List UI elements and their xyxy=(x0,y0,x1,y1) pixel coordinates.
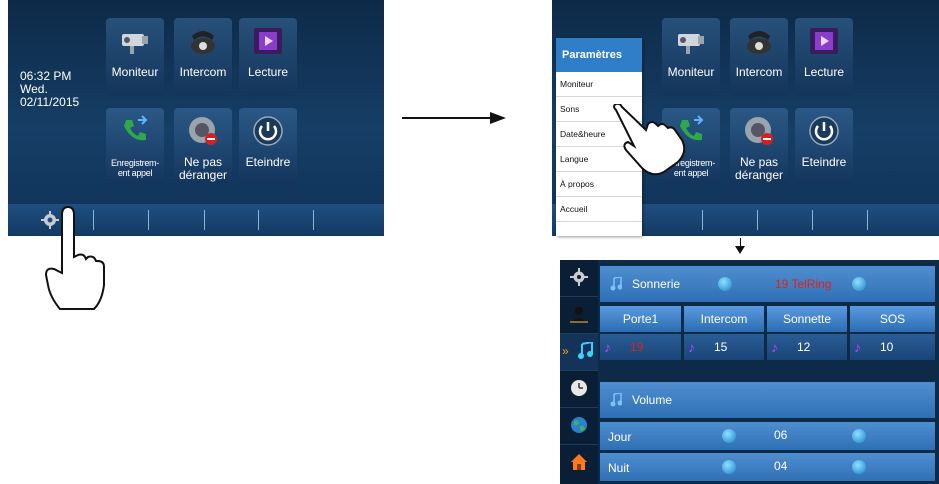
sidebar-item-moniteur[interactable] xyxy=(560,260,598,297)
tile-enregistrement[interactable]: Enregistrem- ent appel xyxy=(106,108,164,186)
pointing-hand-icon xyxy=(44,205,105,310)
column-header: SOS xyxy=(850,306,935,332)
tile-label: Enregistrem- ent appel xyxy=(111,158,159,178)
tile-lecture[interactable]: Lecture xyxy=(795,18,853,96)
taskbar-divider xyxy=(867,210,868,230)
gear-icon xyxy=(570,268,588,286)
home-icon xyxy=(571,454,587,470)
tile-label: Lecture xyxy=(247,65,289,79)
taskbar-divider xyxy=(258,210,259,230)
tile-intercom[interactable]: Intercom xyxy=(174,18,232,96)
tile-label: Moniteur xyxy=(667,65,715,79)
nuit-value: 04 xyxy=(774,459,788,473)
clock-display: 06:32 PM Wed. 02/11/2015 xyxy=(20,70,79,109)
flow-arrow-head xyxy=(490,112,506,124)
taskbar-divider xyxy=(313,210,314,230)
flow-arrow xyxy=(402,117,492,119)
previous-button[interactable] xyxy=(718,277,732,291)
taskbar-divider xyxy=(148,210,149,230)
volume-row: Volume xyxy=(600,382,935,418)
sound-settings-screen: » Sonnerie 19 TelRing Porte1 Intercom So… xyxy=(560,260,939,484)
increase-button[interactable] xyxy=(852,460,866,474)
sonnerie-value: 19 TelRing xyxy=(775,277,832,291)
sonnerie-row: Sonnerie 19 TelRing xyxy=(600,266,935,302)
power-icon xyxy=(809,116,839,146)
taskbar-divider xyxy=(702,210,703,230)
film-icon xyxy=(254,28,282,54)
tile-label: Eteindre xyxy=(245,155,291,169)
speaker-mute-icon xyxy=(189,117,217,145)
sidebar-item-sons[interactable]: » xyxy=(560,334,598,371)
tile-intercom[interactable]: Intercom xyxy=(730,18,788,96)
tile-moniteur[interactable]: Moniteur xyxy=(106,18,164,96)
sidebar-item-langue[interactable] xyxy=(560,408,598,445)
taskbar-divider xyxy=(812,210,813,230)
selected-indicator-icon: » xyxy=(562,344,569,358)
ring-table: Porte1 Intercom Sonnette SOS ♪ 19 ♪ 15 ♪… xyxy=(600,306,935,362)
tile-eteindre[interactable]: Eteindre xyxy=(239,108,297,186)
tile-label: Eteindre xyxy=(801,155,847,169)
sidebar-item-date-heure[interactable] xyxy=(560,371,598,408)
column-value-cell[interactable]: ♪ 10 xyxy=(850,334,935,360)
globe-icon xyxy=(571,417,587,433)
decrease-button[interactable] xyxy=(722,429,736,443)
clock-icon xyxy=(571,380,587,396)
settings-sidebar: » xyxy=(560,260,598,484)
nuit-row: Nuit 04 xyxy=(600,453,935,481)
sidebar-item-user[interactable] xyxy=(560,297,598,334)
music-note-icon xyxy=(610,393,622,407)
column-value-cell[interactable]: ♪ 15 xyxy=(684,334,764,360)
column-header: Intercom xyxy=(684,306,764,332)
pointing-hand-icon xyxy=(613,104,686,176)
jour-value: 06 xyxy=(774,428,788,442)
taskbar-divider xyxy=(757,210,758,230)
jour-label: Jour xyxy=(608,430,632,444)
tile-label: Lecture xyxy=(803,65,845,79)
tile-label: Ne pas déranger xyxy=(734,155,784,182)
sidebar-item-accueil[interactable] xyxy=(560,445,598,481)
nuit-label: Nuit xyxy=(608,461,630,475)
camera-icon xyxy=(122,34,148,54)
tile-moniteur[interactable]: Moniteur xyxy=(662,18,720,96)
music-note-icon: ♪ xyxy=(854,339,861,355)
settings-menu-title: Paramètres xyxy=(556,38,642,72)
music-note-icon xyxy=(578,342,593,359)
column-value-cell[interactable]: ♪ 19 xyxy=(600,334,681,360)
music-note-icon: ♪ xyxy=(604,339,611,355)
flow-arrow-head xyxy=(735,246,745,254)
tile-label: Intercom xyxy=(179,65,227,79)
speaker-mute-icon xyxy=(745,117,773,145)
column-value-cell[interactable]: ♪ 12 xyxy=(767,334,847,360)
telephone-icon xyxy=(191,31,215,54)
taskbar-divider xyxy=(204,210,205,230)
power-icon xyxy=(253,116,283,146)
home-screen: 06:32 PM Wed. 02/11/2015 Moniteur Interc… xyxy=(8,0,384,236)
film-icon xyxy=(810,28,838,54)
tile-ne-pas-deranger[interactable]: Ne pas déranger xyxy=(174,108,232,186)
clock-date: 02/11/2015 xyxy=(20,95,80,109)
tile-label: Ne pas déranger xyxy=(178,155,228,182)
tile-ne-pas-deranger[interactable]: Ne pas déranger xyxy=(730,108,788,186)
sonnerie-label: Sonnerie xyxy=(632,277,681,291)
column-header: Porte1 xyxy=(600,306,681,332)
camera-icon xyxy=(678,34,704,54)
increase-button[interactable] xyxy=(852,429,866,443)
music-note-icon xyxy=(610,277,622,291)
jour-row: Jour 06 xyxy=(600,422,935,450)
telephone-icon xyxy=(747,31,771,54)
tile-label: Intercom xyxy=(735,65,783,79)
tile-lecture[interactable]: Lecture xyxy=(239,18,297,96)
volume-label: Volume xyxy=(632,393,673,407)
menu-item-accueil[interactable]: Accueil xyxy=(556,197,642,222)
menu-item-moniteur[interactable]: Moniteur xyxy=(556,72,642,97)
column-header: Sonnette xyxy=(767,306,847,332)
call-record-icon xyxy=(124,115,148,141)
music-note-icon: ♪ xyxy=(688,339,695,355)
tile-label: Moniteur xyxy=(111,65,159,79)
user-icon xyxy=(570,307,588,323)
music-note-icon: ♪ xyxy=(771,339,778,355)
decrease-button[interactable] xyxy=(722,460,736,474)
next-button[interactable] xyxy=(852,277,866,291)
tile-eteindre[interactable]: Eteindre xyxy=(795,108,853,186)
